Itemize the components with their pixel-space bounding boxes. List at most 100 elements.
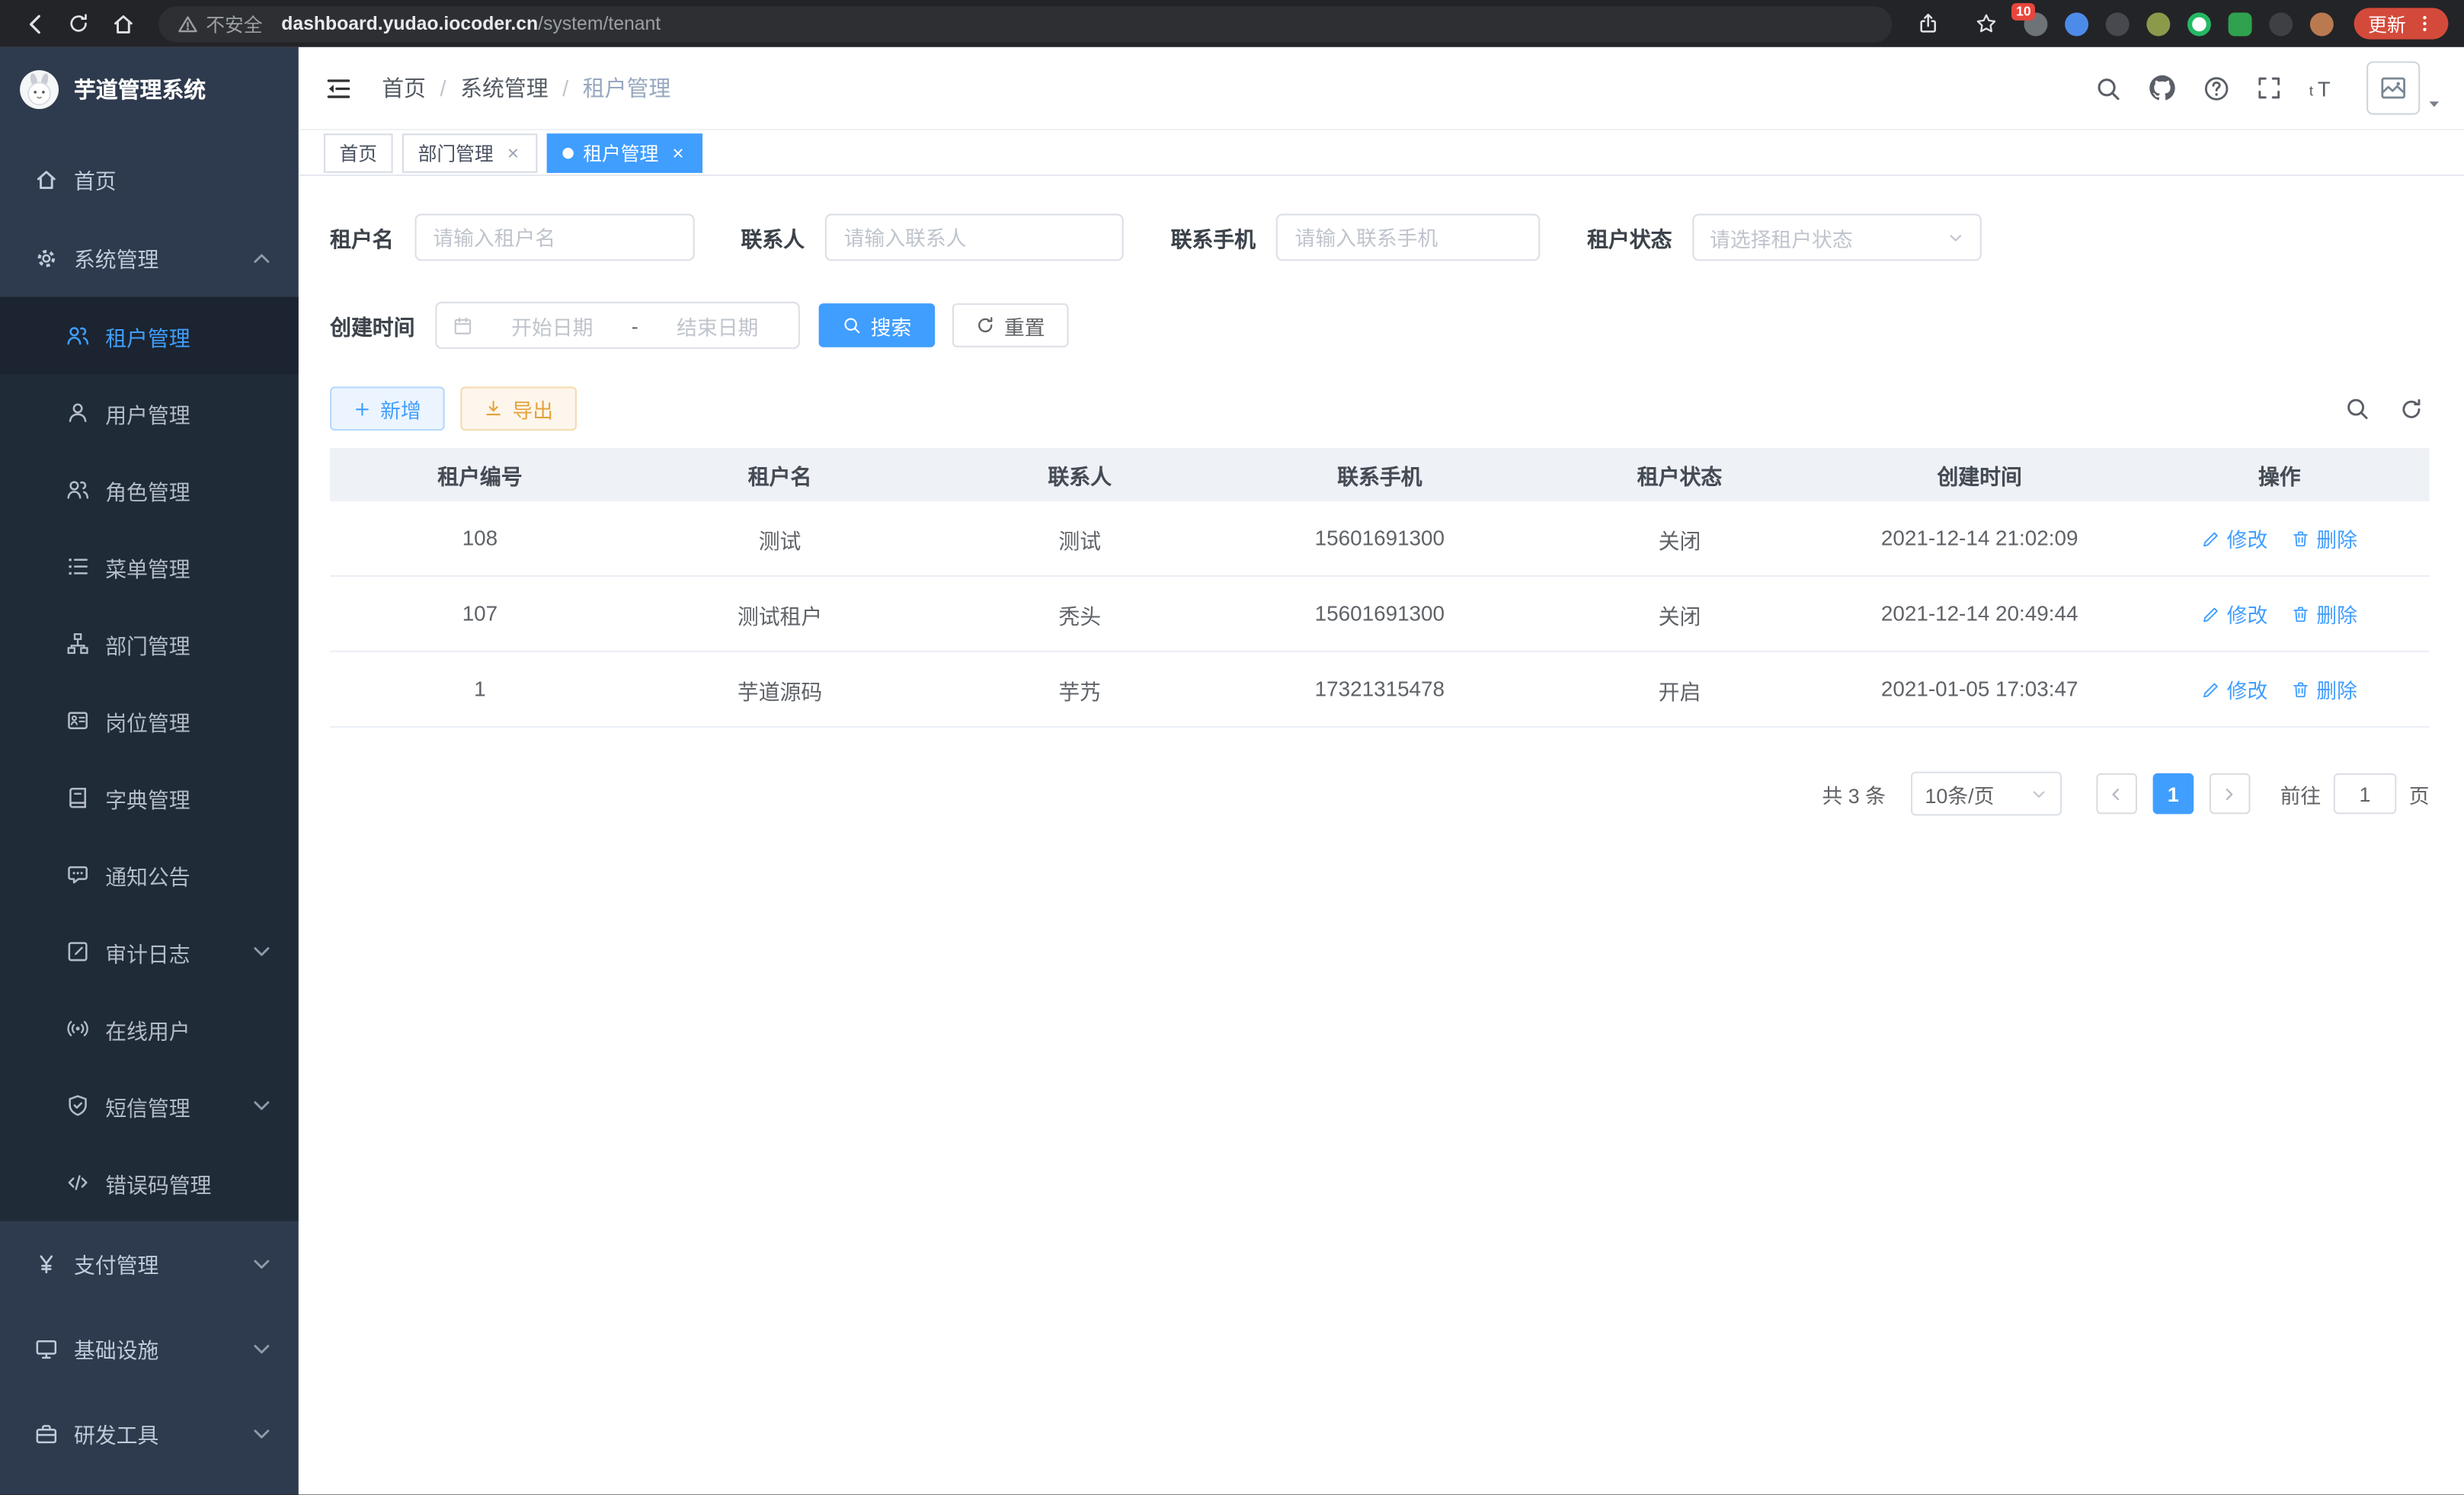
- cell-tenant-id: 1: [330, 677, 630, 701]
- breadcrumb-system[interactable]: 系统管理: [460, 72, 549, 104]
- tenant-name-input[interactable]: [414, 214, 693, 261]
- page-number-current[interactable]: 1: [2153, 773, 2194, 815]
- column-header: 租户编号: [330, 459, 630, 490]
- extension-icon[interactable]: 10: [2022, 10, 2049, 37]
- status-select[interactable]: 请选择租户状态: [1692, 214, 1982, 261]
- audit-log-icon: [66, 940, 90, 963]
- extension-icon[interactable]: [2186, 10, 2213, 37]
- sidebar-item-payment[interactable]: 支付管理: [0, 1221, 299, 1306]
- close-icon[interactable]: [503, 143, 522, 162]
- browser-reload-button[interactable]: [59, 5, 98, 43]
- book-icon: [66, 786, 90, 809]
- edit-link[interactable]: 修改: [2202, 523, 2268, 553]
- sidebar-item-sms-management[interactable]: 短信管理: [0, 1067, 299, 1144]
- sidebar-item-dept-management[interactable]: 部门管理: [0, 605, 299, 682]
- extension-icon[interactable]: [2063, 10, 2090, 37]
- extension-icon[interactable]: [2227, 10, 2254, 37]
- tab-dept-management[interactable]: 部门管理: [402, 133, 537, 172]
- tab-home[interactable]: 首页: [324, 133, 393, 172]
- fullscreen-icon[interactable]: [2257, 75, 2282, 101]
- profile-avatar[interactable]: [2309, 10, 2335, 37]
- phone-label: 联系手机: [1171, 222, 1256, 253]
- cell-tenant-name: 芋道源码: [630, 674, 930, 705]
- sidebar-item-devtools[interactable]: 研发工具: [0, 1391, 299, 1475]
- sidebar-item-online-users[interactable]: 在线用户: [0, 990, 299, 1067]
- sidebar-item-audit-log[interactable]: 审计日志: [0, 913, 299, 990]
- search-icon[interactable]: [2094, 75, 2121, 101]
- browser-menu-icon[interactable]: [2415, 14, 2434, 34]
- sidebar-item-user-management[interactable]: 用户管理: [0, 374, 299, 451]
- chevron-down-icon: [2030, 785, 2048, 802]
- sidebar-item-system-management[interactable]: 系统管理: [0, 219, 299, 297]
- edit-link[interactable]: 修改: [2202, 674, 2268, 704]
- prev-page-button[interactable]: [2096, 773, 2137, 815]
- goto-page-input[interactable]: [2334, 773, 2397, 815]
- page-size-select[interactable]: 10条/页: [1911, 772, 2062, 816]
- contact-input[interactable]: [825, 214, 1124, 261]
- table-row: 107 测试租户 秃头 15601691300 关闭 2021-12-14 20…: [330, 577, 2430, 652]
- user-icon: [66, 401, 90, 424]
- sidebar-item-error-code[interactable]: 错误码管理: [0, 1144, 299, 1221]
- caret-down-icon[interactable]: [2427, 96, 2443, 112]
- delete-link[interactable]: 删除: [2291, 599, 2357, 629]
- github-icon[interactable]: [2148, 74, 2176, 102]
- browser-home-button[interactable]: [104, 5, 142, 43]
- cell-tenant-id: 108: [330, 527, 630, 550]
- trash-icon: [2291, 604, 2310, 623]
- refresh-icon: [976, 316, 995, 335]
- pen-icon: [2202, 680, 2221, 699]
- tab-tenant-management[interactable]: 租户管理: [547, 133, 702, 172]
- table-toolbar: 新增 导出: [330, 386, 2430, 431]
- id-badge-icon: [66, 709, 90, 732]
- toggle-search-icon[interactable]: [2344, 396, 2370, 421]
- avatar[interactable]: [2366, 61, 2420, 114]
- font-size-icon[interactable]: [2309, 75, 2335, 101]
- sidebar-item-announcement[interactable]: 通知公告: [0, 836, 299, 913]
- sidebar-item-post-management[interactable]: 岗位管理: [0, 682, 299, 759]
- cell-contact: 测试: [930, 523, 1230, 554]
- browser-actions: 10 更新: [1906, 5, 2452, 43]
- browser-chrome: 不安全 dashboard.yudao.iocoder.cn/system/te…: [0, 0, 2464, 47]
- url-domain: dashboard.yudao.iocoder.cn: [281, 13, 538, 35]
- delete-link[interactable]: 删除: [2291, 523, 2357, 553]
- user-menu[interactable]: [2366, 61, 2442, 114]
- address-bar[interactable]: 不安全 dashboard.yudao.iocoder.cn/system/te…: [158, 5, 1892, 41]
- share-icon[interactable]: [1909, 5, 1947, 43]
- sidebar-item-role-management[interactable]: 角色管理: [0, 451, 299, 528]
- sidebar-item-infrastructure[interactable]: 基础设施: [0, 1306, 299, 1391]
- phone-input[interactable]: [1276, 214, 1541, 261]
- breadcrumb-home[interactable]: 首页: [382, 72, 426, 104]
- extension-icon[interactable]: [2145, 10, 2171, 37]
- browser-back-button[interactable]: [16, 5, 54, 43]
- chevron-down-icon: [1947, 229, 1964, 246]
- reset-button[interactable]: 重置: [952, 303, 1069, 347]
- search-button[interactable]: 搜索: [819, 303, 936, 347]
- menu-list-icon: [66, 555, 90, 578]
- active-dot: [562, 147, 573, 158]
- filter-row-2: 创建时间 开始日期 - 结束日期 搜索 重置: [330, 302, 2430, 349]
- close-icon[interactable]: [668, 143, 687, 162]
- app-logo[interactable]: 芋道管理系统: [0, 47, 299, 130]
- sidebar-item-home[interactable]: 首页: [0, 140, 299, 219]
- extension-icon[interactable]: [2267, 10, 2294, 37]
- refresh-table-icon[interactable]: [2399, 397, 2423, 421]
- help-icon[interactable]: [2203, 75, 2230, 101]
- export-button[interactable]: 导出: [460, 386, 577, 431]
- edit-link[interactable]: 修改: [2202, 599, 2268, 629]
- sidebar-item-menu-management[interactable]: 菜单管理: [0, 528, 299, 605]
- cell-tenant-name: 测试租户: [630, 598, 930, 629]
- delete-link[interactable]: 删除: [2291, 674, 2357, 704]
- sidebar-collapse-icon[interactable]: [325, 75, 352, 101]
- add-button[interactable]: 新增: [330, 386, 445, 431]
- org-tree-icon: [66, 632, 90, 655]
- browser-update-button[interactable]: 更新: [2354, 8, 2449, 39]
- extension-icon[interactable]: [2104, 10, 2131, 37]
- chevron-left-icon: [2108, 785, 2126, 802]
- tenants-icon: [66, 324, 90, 347]
- date-range-picker[interactable]: 开始日期 - 结束日期: [435, 302, 800, 349]
- bookmark-star-icon[interactable]: [1967, 5, 2005, 43]
- plus-icon: [354, 400, 371, 418]
- sidebar-item-dict-management[interactable]: 字典管理: [0, 759, 299, 836]
- sidebar-item-tenant-management[interactable]: 租户管理: [0, 297, 299, 374]
- next-page-button[interactable]: [2210, 773, 2251, 815]
